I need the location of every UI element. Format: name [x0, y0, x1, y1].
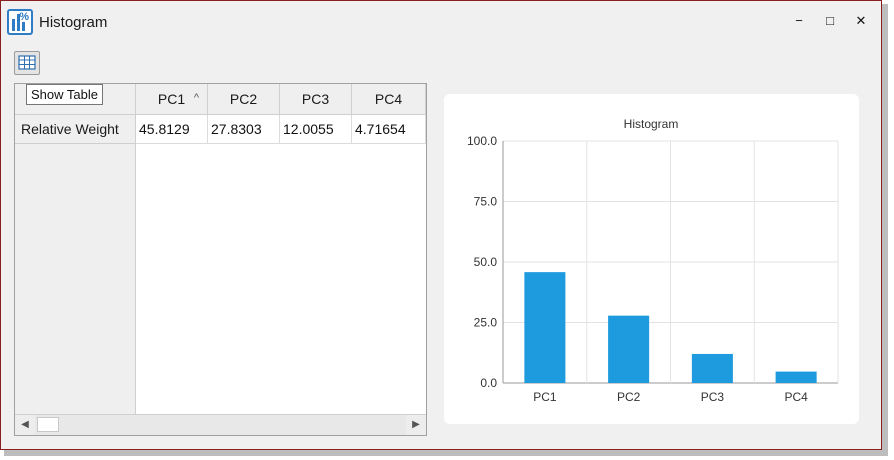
column-header-label: PC2: [229, 91, 258, 107]
column-header-pc1[interactable]: PC1 ^: [136, 84, 208, 115]
close-button[interactable]: ✕: [851, 11, 871, 31]
bar-pc3: [691, 353, 733, 383]
scrollbar-thumb[interactable]: [37, 417, 59, 432]
table-cell[interactable]: 45.8129: [136, 115, 208, 144]
row-header-column: [15, 115, 136, 414]
histogram-app-icon: %: [7, 9, 33, 35]
horizontal-scrollbar[interactable]: ◀ ▶: [15, 414, 426, 435]
x-tick-label: PC2: [617, 390, 641, 404]
column-header-pc2[interactable]: PC2: [208, 84, 280, 115]
chart-title: Histogram: [624, 117, 679, 131]
column-header-pc4[interactable]: PC4: [352, 84, 426, 115]
x-tick-label: PC1: [533, 390, 557, 404]
column-header-label: PC4: [374, 91, 403, 107]
show-table-tooltip: Show Table: [26, 84, 103, 105]
x-tick-label: PC3: [701, 390, 725, 404]
y-axis-ticks: 0.0 25.0 50.0 75.0 100.0: [467, 134, 497, 390]
histogram-chart-card: Histogram 0.0 25.0 50.0 75.0 100.0 PC1 PC2 PC3…: [444, 94, 859, 424]
column-header-pc3[interactable]: PC3: [280, 84, 352, 115]
y-tick-label: 0.0: [480, 376, 497, 390]
bar-pc1: [524, 272, 566, 383]
bar-pc4: [775, 371, 817, 383]
window-title: Histogram: [39, 14, 108, 31]
table-icon: [18, 55, 36, 70]
y-tick-label: 100.0: [467, 134, 497, 148]
minimize-button[interactable]: −: [789, 11, 809, 31]
table-cell[interactable]: 12.0055: [280, 115, 352, 144]
y-tick-label: 75.0: [474, 195, 498, 209]
title-bar[interactable]: % Histogram − □ ✕: [1, 1, 881, 41]
table-cell[interactable]: 4.71654: [352, 115, 426, 144]
scroll-left-arrow-icon[interactable]: ◀: [15, 415, 35, 435]
show-table-button[interactable]: [14, 51, 40, 75]
maximize-button[interactable]: □: [820, 11, 840, 31]
data-table: PC1 ^ PC2 PC3 PC4 Relative Weight 45.812…: [14, 83, 427, 436]
x-axis-ticks: PC1 PC2 PC3 PC4: [533, 390, 808, 404]
scroll-right-arrow-icon[interactable]: ▶: [406, 415, 426, 435]
column-header-label: PC3: [301, 91, 330, 107]
y-tick-label: 50.0: [474, 255, 498, 269]
x-tick-label: PC4: [784, 390, 808, 404]
histogram-window: % Histogram − □ ✕ PC1 ^ PC2 PC3 PC4 Rela…: [0, 0, 882, 450]
table-cell[interactable]: 27.8303: [208, 115, 280, 144]
sort-ascending-icon: ^: [193, 92, 199, 104]
row-header-relative-weight[interactable]: Relative Weight: [15, 115, 136, 144]
column-header-label: PC1: [157, 91, 186, 107]
bar-pc2: [608, 315, 650, 383]
histogram-chart: Histogram 0.0 25.0 50.0 75.0 100.0 PC1 PC2 PC3…: [467, 117, 839, 404]
y-tick-label: 25.0: [474, 316, 498, 330]
